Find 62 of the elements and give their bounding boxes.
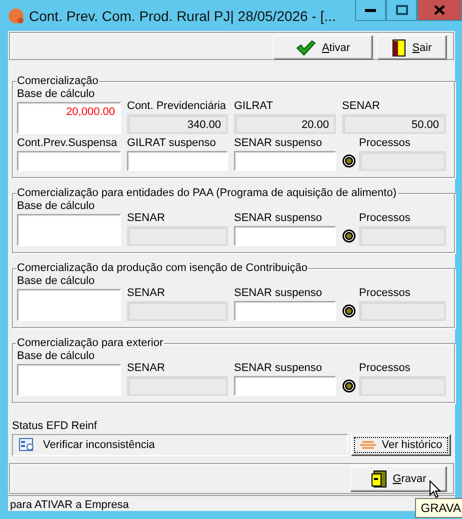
field-label: Processos — [358, 362, 412, 375]
field-label: Base de cálculo — [17, 200, 96, 213]
door-icon — [392, 38, 406, 56]
field-label: Cont.Prev.Suspensa — [17, 137, 118, 150]
field-label: Processos — [358, 287, 412, 300]
field-label: SENAR — [127, 287, 166, 300]
field-label: SENAR suspenso — [234, 212, 324, 225]
input-field[interactable] — [234, 151, 336, 171]
group-title: Comercialização para entidades do PAA (Programa de aquisição de alimento) — [16, 187, 398, 200]
document-search-icon — [19, 438, 35, 452]
input-field[interactable] — [127, 151, 228, 171]
section-label: Status EFD Reinf — [12, 420, 98, 433]
checkmark-icon — [296, 40, 316, 56]
toolbar-button[interactable]: Sair — [377, 35, 447, 60]
maximize-button[interactable] — [386, 0, 417, 21]
field-label: GILRAT suspenso — [127, 137, 217, 150]
field-label: GILRAT — [234, 100, 274, 113]
history-button[interactable]: Ver histórico — [351, 434, 451, 456]
minimize-icon — [365, 8, 376, 12]
input-field[interactable] — [17, 151, 121, 171]
input-field[interactable]: 20,000.00 — [17, 102, 121, 134]
field-label: Base de cálculo — [17, 88, 96, 101]
field-label: SENAR suspenso — [234, 362, 324, 375]
minimize-button[interactable] — [355, 0, 386, 21]
tooltip: GRAVA — [414, 498, 462, 518]
app-icon — [8, 8, 24, 24]
lookup-icon[interactable] — [342, 304, 356, 318]
window-title: Cont. Prev. Com. Prod. Rural PJ| 28/05/2026 - [... — [29, 8, 337, 24]
field-label: SENAR — [127, 212, 166, 225]
input-field[interactable] — [234, 301, 336, 321]
group-title: Comercialização da produção com isenção de Contribuição — [16, 262, 308, 275]
input-field[interactable] — [17, 289, 121, 321]
field-label: SENAR — [342, 100, 381, 113]
field-label: SENAR suspenso — [234, 137, 324, 150]
field-label: Base de cálculo — [17, 350, 96, 363]
lookup-icon[interactable] — [342, 154, 356, 168]
group-title: Comercialização para exterior — [16, 337, 164, 350]
readonly-field: 20.00 — [234, 114, 336, 134]
status-text: Verificar inconsistência — [43, 439, 155, 451]
cabinet-icon — [370, 470, 387, 488]
input-field[interactable] — [17, 364, 121, 396]
field-label: Cont. Previdenciária — [127, 100, 228, 113]
group-title: Comercialização — [16, 75, 100, 88]
readonly-field: 340.00 — [127, 114, 228, 134]
field-label: Processos — [358, 137, 412, 150]
lookup-icon[interactable] — [342, 379, 356, 393]
readonly-field: 50.00 — [342, 114, 446, 134]
close-button[interactable] — [417, 0, 462, 21]
field-label: Processos — [358, 212, 412, 225]
maximize-icon — [396, 5, 408, 15]
input-field[interactable] — [234, 376, 336, 396]
cursor-icon — [429, 480, 441, 499]
input-field[interactable] — [234, 226, 336, 246]
save-button[interactable]: Gravar — [350, 466, 447, 492]
lookup-icon[interactable] — [342, 229, 356, 243]
toolbar-button[interactable]: Ativar — [273, 35, 373, 60]
close-icon — [434, 5, 445, 15]
field-label: SENAR suspenso — [234, 287, 324, 300]
field-label: SENAR — [127, 362, 166, 375]
history-icon — [360, 440, 378, 450]
input-field[interactable] — [17, 214, 121, 246]
field-label: Base de cálculo — [17, 275, 96, 288]
